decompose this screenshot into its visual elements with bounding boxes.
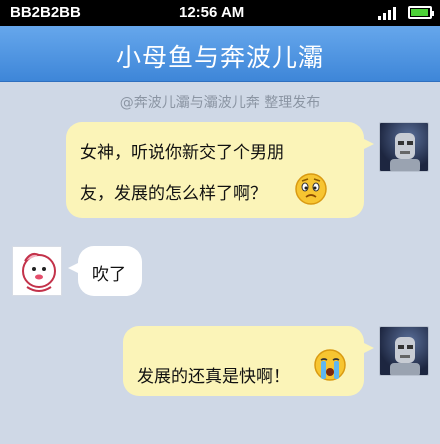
message-text-line: 友，发展的怎么样了啊？ [80,184,267,204]
message-bubble-outgoing[interactable]: 发展的还真是快啊！ [123,326,374,396]
battery-icon [408,6,434,19]
puzzled-face-emoji [295,173,327,205]
message-bubble-outgoing[interactable]: 女神，听说你新交了个男朋 友，发展的怎么样了啊？ [66,122,374,218]
robot-avatar[interactable] [379,122,429,172]
title-bar: 小母鱼与奔波儿灞 [0,26,440,82]
message-text-line: 吹了 [92,265,126,285]
robot-avatar[interactable] [379,326,429,376]
carrier-name: BB2B2BB [10,4,81,21]
page-title: 小母鱼与奔波儿灞 [115,43,324,72]
status-bar: BB2B2BB 12:56 AM [0,0,440,26]
message-text-line: 发展的还真是快啊！ [137,367,290,387]
crying-face-emoji [314,349,346,381]
signal-bars-icon [378,6,402,20]
cute-character-avatar[interactable] [12,246,62,296]
message-bubble-incoming[interactable]: 吹了 [68,246,142,296]
status-time: 12:56 AM [179,4,245,21]
credit-text: @奔波儿灞与灞波儿奔 整理发布 [119,95,321,111]
message-text-line: 女神，听说你新交了个男朋 [80,143,284,163]
